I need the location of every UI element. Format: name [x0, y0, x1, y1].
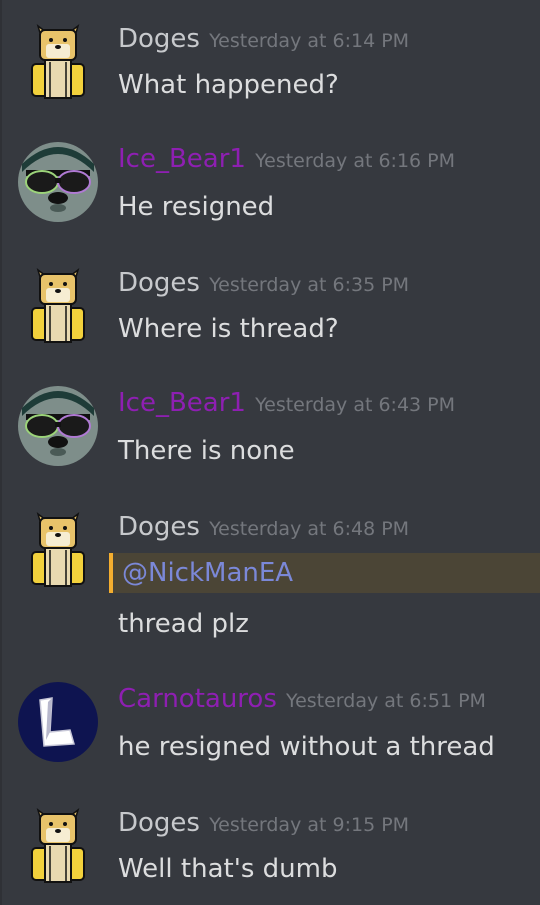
author-name[interactable]: Carnotauros: [118, 684, 277, 714]
message-text: There is none: [118, 436, 295, 466]
doge-avatar[interactable]: [18, 510, 98, 590]
message-timestamp: Yesterday at 6:48 PM: [209, 518, 410, 540]
author-name[interactable]: Doges: [118, 24, 200, 54]
author-name[interactable]: Ice_Bear1: [118, 388, 246, 418]
author-name[interactable]: Doges: [118, 808, 200, 838]
message-header: Doges Yesterday at 9:15 PM: [118, 806, 409, 843]
message-text: Where is thread?: [118, 314, 339, 344]
message-text: he resigned without a thread: [118, 732, 495, 762]
message-text: Well that's dumb: [118, 854, 338, 884]
message-header: Ice_Bear1 Yesterday at 6:16 PM: [118, 142, 455, 179]
message-header: Doges Yesterday at 6:35 PM: [118, 266, 409, 303]
message-header: Doges Yesterday at 6:48 PM: [118, 510, 409, 547]
message-header: Ice_Bear1 Yesterday at 6:43 PM: [118, 386, 455, 423]
message-timestamp: Yesterday at 9:15 PM: [209, 814, 410, 836]
author-name[interactable]: Doges: [118, 512, 200, 542]
author-name[interactable]: Ice_Bear1: [118, 144, 246, 174]
user-mention[interactable]: @NickManEA: [122, 556, 293, 590]
message-header: Doges Yesterday at 6:14 PM: [118, 22, 409, 59]
carnotauros-avatar[interactable]: [18, 682, 98, 762]
ice-bear-avatar[interactable]: [18, 386, 98, 466]
message-text: What happened?: [118, 70, 339, 100]
message-timestamp: Yesterday at 6:51 PM: [285, 690, 486, 712]
mention-highlight: @NickManEA: [109, 553, 540, 593]
message-timestamp: Yesterday at 6:43 PM: [255, 394, 456, 416]
message-text: He resigned: [118, 192, 275, 222]
message-timestamp: Yesterday at 6:16 PM: [255, 150, 456, 172]
ice-bear-avatar[interactable]: [18, 142, 98, 222]
author-name[interactable]: Doges: [118, 268, 200, 298]
doge-avatar[interactable]: [18, 806, 98, 886]
doge-avatar[interactable]: [18, 22, 98, 102]
message-text: thread plz: [118, 609, 249, 639]
message-header: Carnotauros Yesterday at 6:51 PM: [118, 682, 486, 719]
window-edge: [0, 0, 2, 905]
doge-avatar[interactable]: [18, 266, 98, 346]
message-timestamp: Yesterday at 6:35 PM: [209, 274, 410, 296]
message-timestamp: Yesterday at 6:14 PM: [209, 30, 410, 52]
